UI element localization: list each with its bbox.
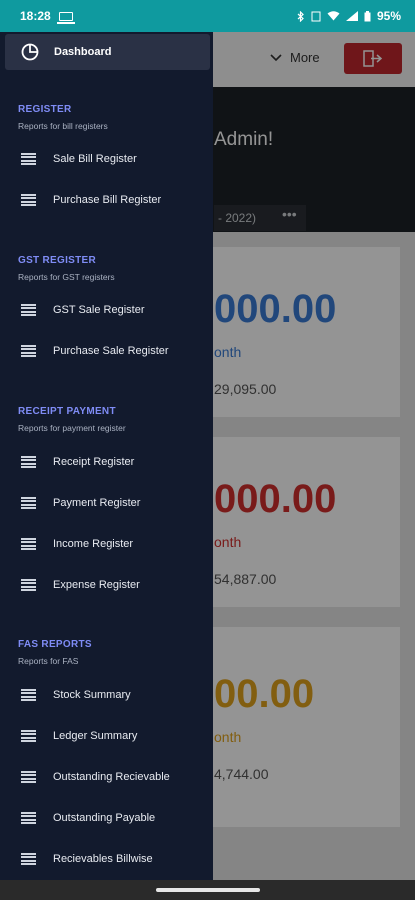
home-gesture-handle[interactable] [156, 888, 260, 892]
menu-lines-icon [21, 853, 36, 865]
nav-item-label: Ledger Summary [53, 730, 138, 742]
nav-item-label: Sale Bill Register [53, 153, 137, 165]
menu-lines-icon [21, 497, 36, 509]
nav-item-outstanding-payable[interactable]: Outstanding Payable [0, 803, 213, 833]
nav-item-ledger-summary[interactable]: Ledger Summary [0, 721, 213, 751]
nav-item-label: Expense Register [53, 579, 140, 591]
section-subtitle-fas-reports: Reports for FAS [18, 656, 79, 666]
status-time: 18:28 [20, 9, 51, 23]
dashboard-item[interactable]: Dashboard [5, 34, 210, 70]
nav-item-label: Outstanding Payable [53, 812, 156, 824]
data-saver-icon [311, 11, 321, 21]
nav-item-label: Payment Register [53, 497, 141, 509]
nav-item-label: Income Register [53, 538, 134, 550]
nav-item-label: GST Sale Register [53, 304, 145, 316]
section-subtitle-gst-register: Reports for GST registers [18, 272, 115, 282]
nav-item-stock-summary[interactable]: Stock Summary [0, 680, 213, 710]
nav-item-purchase-sale-register[interactable]: Purchase Sale Register [0, 336, 213, 366]
nav-item-label: Receipt Register [53, 456, 135, 468]
menu-lines-icon [21, 153, 36, 165]
nav-item-label: Recievables Billwise [53, 853, 153, 865]
menu-lines-icon [21, 304, 36, 316]
section-title-receipt-payment: RECEIPT PAYMENT [18, 406, 116, 417]
system-nav-bar [0, 880, 415, 900]
menu-lines-icon [21, 538, 36, 550]
nav-item-purchase-bill-register[interactable]: Purchase Bill Register [0, 185, 213, 215]
nav-item-expense-register[interactable]: Expense Register [0, 570, 213, 600]
nav-item-payment-register[interactable]: Payment Register [0, 488, 213, 518]
status-icons: 95% [297, 9, 401, 23]
menu-lines-icon [21, 579, 36, 591]
nav-item-label: Outstanding Recievable [53, 771, 170, 783]
menu-lines-icon [21, 689, 36, 701]
section-title-fas-reports: FAS REPORTS [18, 639, 92, 650]
battery-icon [364, 10, 371, 21]
navigation-drawer: Dashboard REGISTER Reports for bill regi… [0, 32, 213, 880]
nav-item-label: Purchase Bill Register [53, 194, 162, 206]
section-subtitle-receipt-payment: Reports for payment register [18, 423, 126, 433]
nav-item-receipt-register[interactable]: Receipt Register [0, 447, 213, 477]
nav-item-recievables-billwise[interactable]: Recievables Billwise [0, 844, 213, 874]
dashboard-label: Dashboard [54, 46, 112, 58]
section-subtitle-register: Reports for bill registers [18, 121, 108, 131]
pie-chart-icon [21, 43, 39, 61]
bluetooth-icon [297, 10, 304, 22]
menu-lines-icon [21, 345, 36, 357]
menu-lines-icon [21, 771, 36, 783]
nav-item-outstanding-recievable[interactable]: Outstanding Recievable [0, 762, 213, 792]
menu-lines-icon [21, 456, 36, 468]
section-title-register: REGISTER [18, 104, 72, 115]
nav-item-sale-bill-register[interactable]: Sale Bill Register [0, 144, 213, 174]
menu-lines-icon [21, 194, 36, 206]
nav-item-income-register[interactable]: Income Register [0, 529, 213, 559]
nav-item-gst-sale-register[interactable]: GST Sale Register [0, 295, 213, 325]
menu-lines-icon [21, 812, 36, 824]
section-title-gst-register: GST REGISTER [18, 255, 97, 266]
status-bar: 18:28 95% [0, 0, 415, 32]
signal-icon [345, 11, 358, 21]
wifi-icon [327, 11, 340, 21]
battery-level: 95% [376, 9, 401, 23]
menu-lines-icon [21, 730, 36, 742]
nav-item-label: Stock Summary [53, 689, 131, 701]
laptop-icon [56, 11, 75, 24]
nav-item-label: Purchase Sale Register [53, 345, 169, 357]
